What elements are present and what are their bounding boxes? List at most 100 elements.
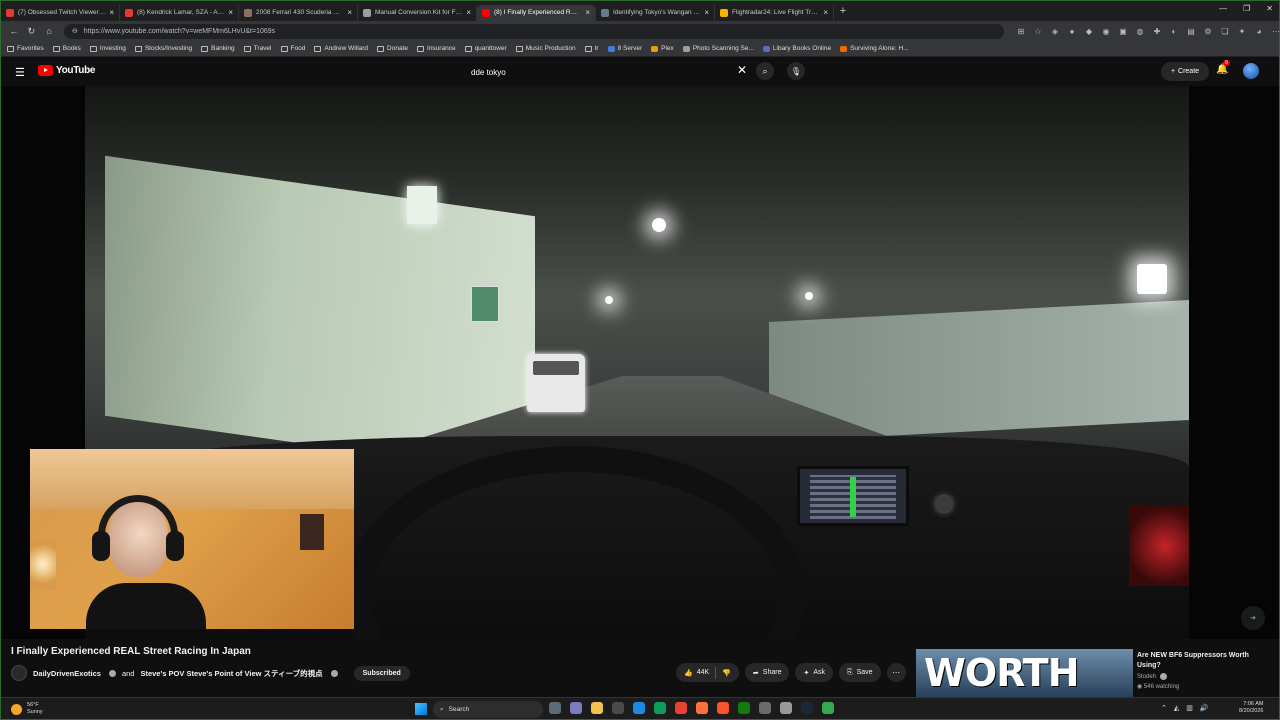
settings-icon[interactable]: ⚙ [1203,27,1213,36]
video-overlay-icon[interactable]: ➜ [1241,606,1265,630]
channel-name[interactable]: DailyDrivenExotics [33,669,101,678]
bookmark-item[interactable]: quanttower [464,45,507,52]
menu-hamburger-icon[interactable]: ☰ [15,66,25,79]
favorite-star-icon[interactable]: ☆ [1033,27,1043,36]
close-window-icon[interactable]: ✕ [1266,4,1273,13]
search-button[interactable]: ⌕ [756,62,774,80]
chrome-icon[interactable] [675,702,687,714]
bookmark-item[interactable]: Photo Scanning Se... [682,45,754,52]
browser-tab[interactable]: Manual Conversion Kit for Ferrari × [358,4,477,21]
taskbar-search[interactable]: ⌕ Search [433,701,543,718]
extension-icon[interactable]: ◈ [1050,27,1060,36]
bookmark-item[interactable]: Plex [651,45,674,52]
app-icon[interactable] [633,702,645,714]
taskbar-clock[interactable]: 7:06 AM 8/20/2026 [1239,701,1263,715]
tab-close-icon[interactable]: × [109,8,114,17]
tab-close-icon[interactable]: × [466,8,471,17]
extension-icon[interactable]: ● [1067,27,1077,36]
youtube-logo[interactable]: YouTube [38,65,96,76]
firefox-icon[interactable] [696,702,708,714]
extension-icon[interactable]: ◉ [1101,27,1111,36]
task-view-icon[interactable] [549,702,561,714]
recommended-video[interactable]: WORTH IT? Are NEW BF6 Suppressors Worth … [916,649,1276,697]
widgets-icon[interactable] [570,702,582,714]
app-icon[interactable] [780,702,792,714]
like-count[interactable]: 44K [697,669,709,676]
tab-close-icon[interactable]: × [347,8,352,17]
more-actions-button[interactable]: ⋯ [886,663,906,682]
extension-icon[interactable]: ▣ [1118,27,1128,36]
brave-icon[interactable] [717,702,729,714]
create-button[interactable]: + Create [1161,62,1209,81]
share-button[interactable]: ➦ Share [744,663,790,682]
split-screen-icon[interactable]: ⊞ [1016,27,1026,36]
extension-icon[interactable]: ◆ [1084,27,1094,36]
recommended-thumbnail[interactable]: WORTH IT? [916,649,1133,697]
tab-close-icon[interactable]: × [704,8,709,17]
bookmark-item[interactable]: tr [584,45,599,52]
extension-icon[interactable]: ▤ [1186,27,1196,36]
bookmark-item[interactable]: Books [52,45,81,52]
browser-tab[interactable]: Flightradar24: Live Flight Tracker - × [715,4,834,21]
save-button[interactable]: ⎘ Save [839,663,881,682]
tab-close-icon[interactable]: × [585,8,590,17]
search-input[interactable]: dde tokyo [463,61,753,83]
bookmark-item[interactable]: Food [280,45,305,52]
bookmark-item[interactable]: Favorites [7,45,44,52]
bookmark-item[interactable]: Travel [243,45,272,52]
file-explorer-icon[interactable] [591,702,603,714]
ask-button[interactable]: ✦ Ask [795,663,834,682]
weather-widget[interactable]: 56°F Sunny [11,702,43,716]
collections-icon[interactable]: ❏ [1220,27,1230,36]
bookmark-item[interactable]: Insurance [417,45,456,52]
extensions-puzzle-icon[interactable]: ✦ [1237,27,1247,36]
browser-tab[interactable]: (7) Obsessed Twitch Viewer Arres × [1,4,120,21]
steam-icon[interactable] [801,702,813,714]
bookmark-item[interactable]: Libary Books Online [762,45,831,52]
home-icon[interactable]: ⌂ [40,26,58,36]
extension-icon[interactable]: ◍ [1135,27,1145,36]
browser-tab[interactable]: Identifying Tokyo's Wangan Expre × [596,4,715,21]
bookmark-item[interactable]: Surviving Alone: H... [840,45,909,52]
minimize-icon[interactable]: — [1219,4,1227,13]
channel-avatar[interactable] [11,665,27,681]
extension-icon[interactable]: ◐ [1169,27,1179,36]
windows-start-icon[interactable] [415,703,427,715]
dislike-icon[interactable]: 👎 [722,669,731,677]
bookmark-item[interactable]: 8 Server [607,45,642,52]
location-icon[interactable]: ◭ [1174,704,1179,712]
recommended-channel[interactable]: Stodeh [1137,673,1167,680]
browser-tab[interactable]: (8) Kendrick Lamar, SZA - All The × [120,4,239,21]
tab-close-icon[interactable]: × [823,8,828,17]
extension-icon[interactable]: ✚ [1152,27,1162,36]
collab-channel-name[interactable]: Steve's POV Steve's Point of View スティーブ的… [140,668,322,679]
recommended-title[interactable]: Are NEW BF6 Suppressors Worth Using? [1137,651,1267,671]
account-avatar[interactable] [1243,63,1259,79]
profile-avatar-icon[interactable]: ◕ [1254,27,1264,36]
site-info-icon[interactable]: ⊖ [72,27,78,35]
browser-tab-active[interactable]: (8) I Finally Experienced REAL Stre × [477,4,596,21]
bookmark-item[interactable]: Andrew Willard [314,45,368,52]
tab-close-icon[interactable]: × [228,8,233,17]
calculator-icon[interactable] [612,702,624,714]
xbox-icon[interactable] [738,702,750,714]
tray-chevron-icon[interactable]: ⌃ [1161,704,1167,712]
clear-search-icon[interactable]: ✕ [737,63,747,77]
bookmark-item[interactable]: Music Production [515,45,576,52]
menu-dots-icon[interactable]: ⋯ [1271,27,1279,36]
reload-icon[interactable]: ↻ [23,26,41,37]
edge-icon[interactable] [654,702,666,714]
network-icon[interactable]: ▥ [1186,704,1193,712]
restore-icon[interactable]: ❐ [1243,4,1250,13]
new-tab-button[interactable]: + [834,5,852,17]
like-icon[interactable]: 👍 [684,669,693,677]
browser-tab[interactable]: 2008 Ferrari 430 Scuderia 6-Spee × [239,4,358,21]
subscribed-button[interactable]: Subscribed [353,665,410,681]
bookmark-item[interactable]: Donate [377,45,408,52]
bookmark-item[interactable]: Investing [89,45,126,52]
address-bar[interactable]: ⊖ https://www.youtube.com/watch?v=weMFMm… [63,23,1004,39]
app-icon[interactable] [822,702,834,714]
voice-search-button[interactable]: 🎙 [787,62,805,80]
volume-icon[interactable]: 🔊 [1200,704,1209,712]
back-icon[interactable]: ← [5,26,23,36]
